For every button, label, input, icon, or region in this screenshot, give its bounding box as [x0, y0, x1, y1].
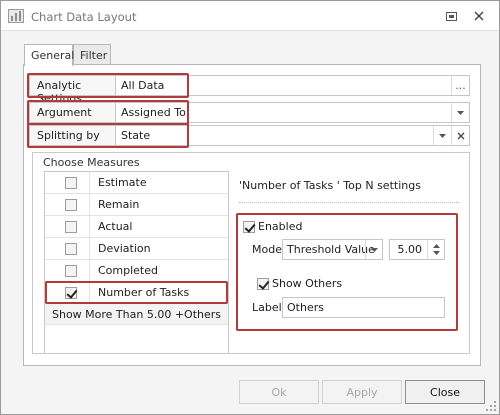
column-divider — [89, 216, 90, 238]
analytic-settings-value[interactable]: All Data — [117, 76, 164, 95]
measure-checkbox[interactable] — [65, 199, 77, 211]
measure-row-number-of-tasks[interactable]: Number of Tasks — [45, 282, 228, 304]
measure-row-estimate[interactable]: Estimate — [45, 172, 228, 194]
mode-dropdown-button[interactable] — [365, 240, 382, 259]
column-divider — [89, 172, 90, 194]
measure-row-deviation[interactable]: Deviation — [45, 238, 228, 260]
argument-label: Argument — [30, 103, 116, 122]
measure-row-completed[interactable]: Completed — [45, 260, 228, 282]
analytic-settings-field: Analytic Settings All Data ... — [29, 75, 470, 105]
splitting-by-value[interactable]: State — [117, 126, 150, 145]
splitting-by-label: Splitting by — [30, 126, 116, 145]
analytic-settings-label: Analytic Settings — [30, 76, 116, 105]
mode-label: Mode — [252, 243, 282, 256]
measure-label: Completed — [98, 264, 158, 277]
close-icon — [474, 11, 484, 21]
splitting-by-dropdown-button[interactable] — [433, 126, 451, 145]
measure-label: Estimate — [98, 176, 147, 189]
splitting-by-field: Splitting by State — [29, 125, 470, 146]
measure-checkbox[interactable] — [65, 265, 77, 277]
enabled-label: Enabled — [258, 220, 303, 233]
tab-general[interactable]: General — [24, 44, 74, 66]
column-divider — [89, 282, 90, 304]
measure-label: Number of Tasks — [98, 286, 190, 299]
measure-checkbox[interactable] — [65, 221, 77, 233]
show-others-checkbox[interactable] — [257, 278, 269, 290]
tab-filter[interactable]: Filter — [73, 44, 111, 65]
chevron-down-icon[interactable] — [432, 251, 440, 255]
ok-button[interactable]: Ok — [239, 380, 319, 404]
measure-topn-summary: Show More Than 5.00 +Others — [45, 304, 228, 325]
mode-value: Threshold Value — [287, 243, 375, 256]
topn-settings-title: 'Number of Tasks ' Top N settings — [239, 179, 421, 192]
resize-grip[interactable] — [486, 401, 496, 411]
measure-checkbox[interactable] — [65, 177, 77, 189]
others-label-input[interactable]: Others — [282, 297, 445, 318]
window-title: Chart Data Layout — [31, 10, 137, 24]
app-icon — [8, 9, 24, 23]
splitting-by-clear-button[interactable] — [451, 126, 469, 145]
restore-icon — [445, 11, 457, 21]
analytic-settings-ellipsis-button[interactable]: ... — [451, 76, 469, 95]
measure-label: Actual — [98, 220, 133, 233]
close-window-button[interactable] — [468, 7, 490, 25]
column-divider — [89, 238, 90, 260]
argument-field: Argument Assigned To — [29, 102, 470, 123]
others-label-value: Others — [287, 301, 324, 314]
clear-icon — [457, 132, 464, 139]
argument-value[interactable]: Assigned To — [117, 103, 186, 122]
column-divider — [89, 194, 90, 216]
threshold-value: 5.00 — [397, 243, 423, 256]
measure-row-remain[interactable]: Remain — [45, 194, 228, 216]
title-bar: Chart Data Layout — [1, 1, 499, 31]
measure-label: Deviation — [98, 242, 151, 255]
spinner-buttons[interactable] — [427, 240, 444, 259]
chevron-down-icon — [370, 247, 378, 252]
mode-select[interactable]: Threshold Value — [282, 239, 383, 260]
topn-separator — [239, 202, 459, 203]
close-button[interactable]: Close — [405, 380, 485, 404]
restore-button[interactable] — [440, 7, 462, 25]
enabled-checkbox[interactable] — [243, 221, 255, 233]
show-others-label: Show Others — [272, 277, 343, 290]
choose-measures-title: Choose Measures — [43, 156, 140, 169]
chevron-down-icon — [439, 133, 446, 138]
others-label-caption: Label — [252, 301, 282, 314]
apply-button[interactable]: Apply — [322, 380, 402, 404]
measure-checkbox[interactable] — [65, 243, 77, 255]
chart-data-layout-dialog: Chart Data Layout General Filter Analyti… — [0, 0, 500, 415]
measure-checkbox[interactable] — [65, 287, 77, 299]
chevron-down-icon — [457, 110, 464, 115]
argument-dropdown-button[interactable] — [451, 103, 469, 122]
measure-label: Remain — [98, 198, 140, 211]
measures-list: Estimate Remain Actual Deviation Complet… — [44, 171, 229, 354]
chevron-up-icon[interactable] — [432, 244, 440, 248]
threshold-value-spinner[interactable]: 5.00 — [389, 239, 445, 260]
measure-row-actual[interactable]: Actual — [45, 216, 228, 238]
column-divider — [89, 260, 90, 282]
